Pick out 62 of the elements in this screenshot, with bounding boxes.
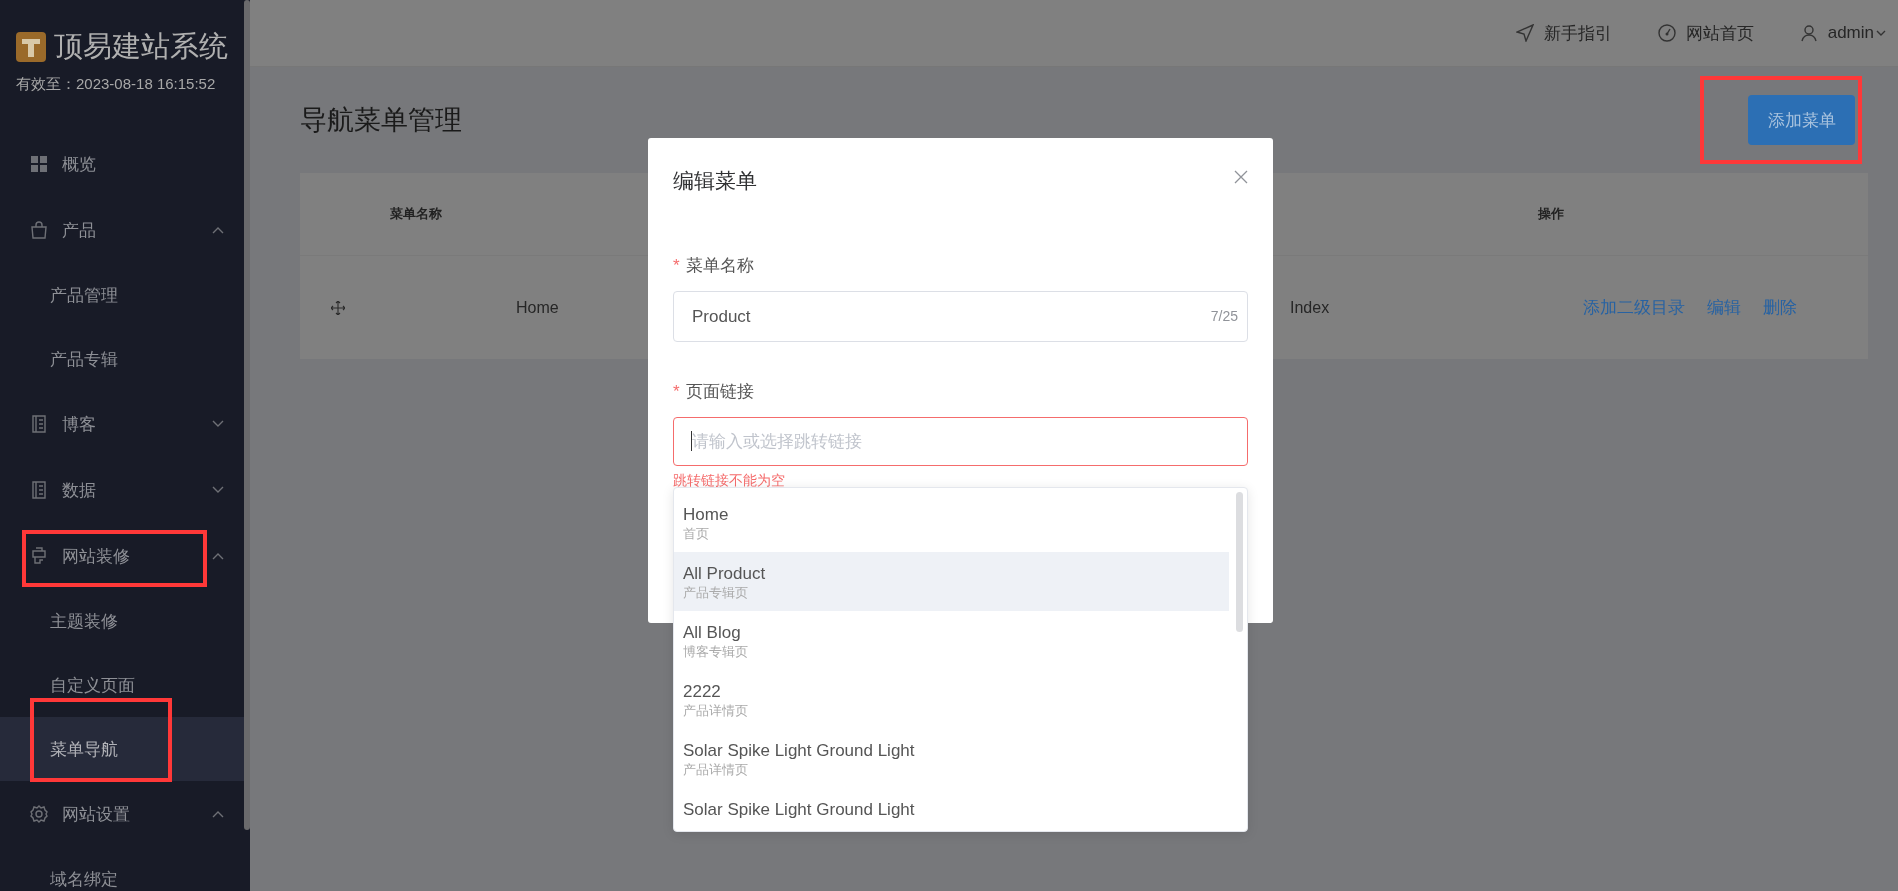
menu-item[interactable]: 数据	[0, 457, 244, 523]
option-title: Home	[683, 505, 730, 525]
option-subtitle: 产品专辑页	[683, 584, 749, 602]
close-icon	[1234, 170, 1248, 184]
option-title: All Product	[683, 564, 767, 584]
menu-item[interactable]: 概览	[0, 131, 244, 197]
error-message: 跳转链接不能为空	[673, 472, 786, 488]
navigation-icon	[1515, 24, 1534, 42]
submenu-item[interactable]: 自定义页面	[0, 653, 244, 717]
gauge-icon	[1657, 24, 1676, 42]
chevron-down-icon	[1876, 30, 1886, 36]
option-title: 2222	[683, 682, 722, 702]
printer-icon	[30, 547, 48, 565]
menu-item[interactable]: 网站装修	[0, 523, 244, 589]
close-button[interactable]	[1234, 170, 1248, 184]
table-cell: Index	[1290, 298, 1330, 316]
add-menu-button[interactable]: 添加菜单	[1748, 95, 1855, 145]
scrollbar-thumb[interactable]	[1236, 492, 1243, 632]
top-link[interactable]: 新手指引	[1515, 21, 1612, 45]
submenu-item[interactable]: 菜单导航	[0, 717, 244, 781]
user-icon	[1799, 24, 1818, 42]
submenu-item[interactable]: 产品专辑	[0, 327, 244, 391]
option-subtitle: 产品详情页	[683, 702, 749, 720]
submenu-item[interactable]: 主题装修	[0, 589, 244, 653]
column-header: 操作	[1538, 205, 1565, 223]
scrollbar-thumb[interactable]	[244, 0, 250, 830]
menu-item[interactable]: 产品	[0, 197, 244, 263]
dropdown-option[interactable]: All Product 产品专辑页	[674, 552, 1229, 611]
move-icon	[331, 300, 345, 315]
dialog-title: 编辑菜单	[673, 168, 757, 194]
menu-item[interactable]: 网站设置	[0, 781, 244, 847]
option-subtitle: 博客专辑页	[683, 643, 749, 661]
submenu-item[interactable]: 产品管理	[0, 263, 244, 327]
option-title: Solar Spike Light Ground Light	[683, 800, 916, 820]
dropdown-option[interactable]: All Blog 博客专辑页	[674, 611, 1229, 670]
validity-date: 有效至：2023-08-18 16:15:52	[15, 74, 217, 94]
dropdown-option[interactable]: Solar Spike Light Ground Light 产品详情页	[674, 729, 1229, 788]
option-title: Solar Spike Light Ground Light	[683, 741, 916, 761]
bag-icon	[30, 221, 48, 239]
menu-item[interactable]: 博客	[0, 391, 244, 457]
char-counter: 7/25	[1210, 308, 1238, 324]
gear-icon	[30, 805, 48, 823]
option-title: All Blog	[683, 623, 742, 643]
option-subtitle: 产品详情页	[683, 761, 749, 779]
dropdown-option[interactable]: 2222 产品详情页	[674, 670, 1229, 729]
top-link[interactable]: 网站首页	[1657, 21, 1754, 45]
column-header: 菜单名称	[390, 205, 443, 223]
notebook-icon	[30, 481, 48, 499]
field-label: * 页面链接	[673, 381, 755, 403]
logo-icon	[16, 32, 46, 62]
logo-text: 顶易建站系统	[54, 29, 228, 64]
input-field[interactable]: 请输入或选择跳转链接	[673, 417, 1248, 466]
submenu-item[interactable]: 域名绑定	[0, 847, 244, 891]
dropdown-option[interactable]: Solar Spike Light Ground Light	[674, 788, 1229, 831]
dropdown-option[interactable]: Home 首页	[674, 493, 1229, 552]
page-title: 导航菜单管理	[300, 104, 462, 137]
user-menu[interactable]: admin	[1799, 23, 1886, 43]
field-label: * 菜单名称	[673, 255, 755, 277]
option-subtitle: 首页	[683, 525, 710, 543]
grid-icon	[30, 155, 48, 173]
notebook-icon	[30, 415, 48, 433]
table-cell: Home	[516, 298, 559, 316]
